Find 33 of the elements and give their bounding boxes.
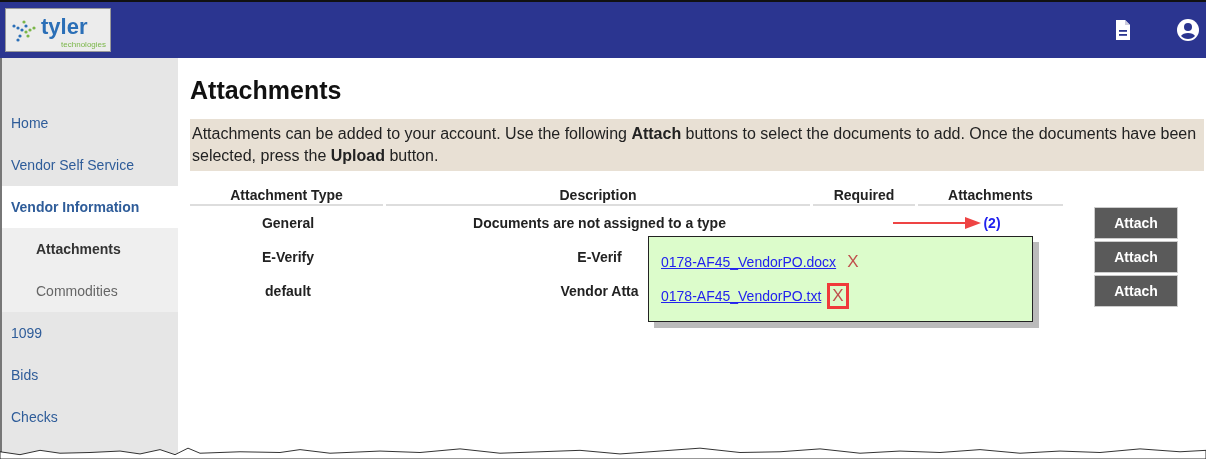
column-header: Description [386,187,810,206]
sidebar-subitem[interactable]: Commodities [2,270,178,312]
sidebar-item[interactable]: Bids [2,354,178,396]
delete-button[interactable]: X [827,283,849,309]
attach-button[interactable]: Attach [1094,275,1178,307]
sidebar-item[interactable]: Vendor Information [2,186,178,228]
info-message: Attachments can be added to your account. Use the following Attach buttons to select the documents to add. Once the documents have been selected, press the Upload button. [190,119,1204,171]
table-cell: default [265,283,311,299]
table-cell: Documents are not assigned to a type [473,215,726,231]
file-link[interactable]: 0178-AF45_VendorPO.txt [661,288,822,304]
attach-button[interactable]: Attach [1094,207,1178,239]
page-title: Attachments [190,76,343,105]
sidebar-item[interactable]: 1099 [2,312,178,354]
column-header: Attachment Type [190,187,383,206]
column-header: Required [813,187,915,206]
delete-button[interactable]: X [842,249,864,275]
logo-tagline: technologies [61,40,106,49]
attachment-count-link[interactable]: (2) [983,215,1001,231]
table-cell: E-Verify [261,249,315,265]
logo-name: tyler [41,16,88,38]
attach-button[interactable]: Attach [1094,241,1178,273]
sidebar-item[interactable]: Vendor Self Service [2,144,178,186]
sidebar-item[interactable]: Home [2,102,178,144]
dots-icon [12,18,38,42]
table-cell: Vendor Atta [560,283,639,299]
file-link[interactable]: 0178-AF45_VendorPO.docx [661,254,837,270]
column-header: Attachments [918,187,1063,206]
logo[interactable]: tyler technologies [5,8,111,52]
sidebar-item[interactable]: Checks [2,396,178,438]
sidebar-subitem[interactable]: Attachments [2,228,178,270]
table-cell: General [261,215,315,231]
user-icon[interactable] [1176,18,1200,42]
table-cell: E-Verif [577,249,622,265]
